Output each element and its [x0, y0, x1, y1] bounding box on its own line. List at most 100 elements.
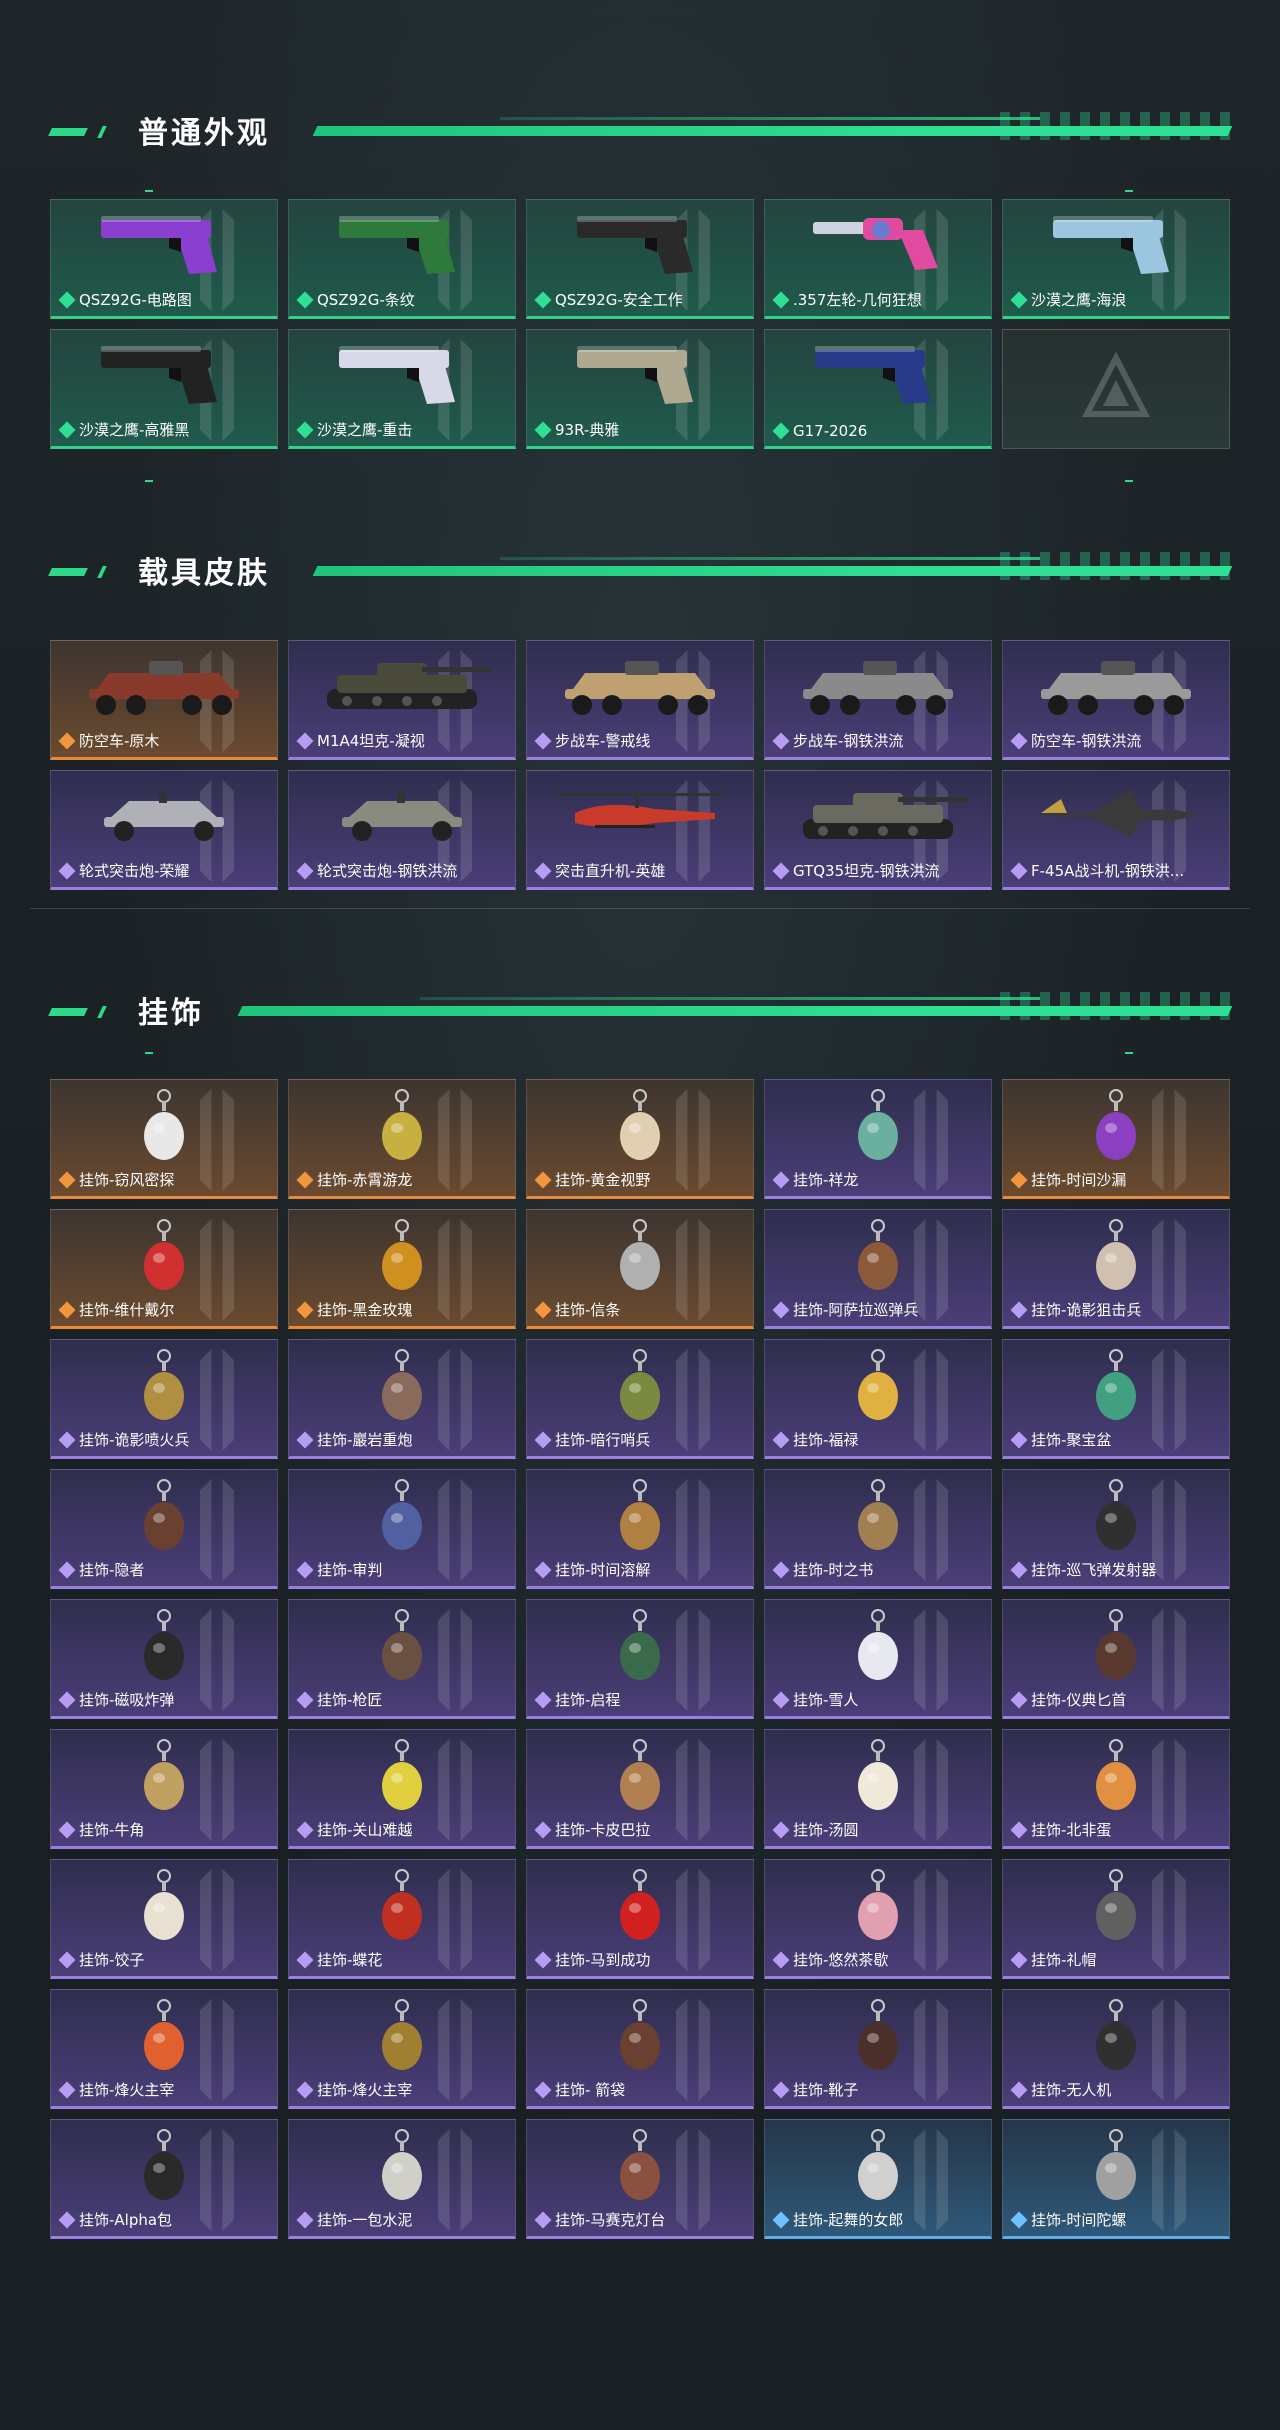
item-card[interactable]: 挂饰-烽火主宰	[50, 1989, 278, 2109]
item-card[interactable]: 挂饰-枪匠	[288, 1599, 516, 1719]
item-card[interactable]: 挂饰-时间溶解	[526, 1469, 754, 1589]
item-name: 挂饰-黑金玫瑰	[317, 1301, 413, 1319]
item-card[interactable]: 挂饰-诡影狙击兵	[1002, 1209, 1230, 1329]
item-name: 轮式突击炮-荣耀	[79, 862, 190, 880]
item-card[interactable]: 挂饰-关山难越	[288, 1729, 516, 1849]
item-card[interactable]: 挂饰-磁吸炸弹	[50, 1599, 278, 1719]
item-card[interactable]: 挂饰-诡影喷火兵	[50, 1339, 278, 1459]
rarity-diamond-icon	[296, 862, 314, 879]
item-name: QSZ92G-条纹	[317, 291, 415, 309]
item-card[interactable]: 挂饰-牛角	[50, 1729, 278, 1849]
item-name: 挂饰-牛角	[79, 1821, 145, 1839]
item-card[interactable]: 挂饰-卡皮巴拉	[526, 1729, 754, 1849]
item-card[interactable]: 挂饰-维什戴尔	[50, 1209, 278, 1329]
item-label-row: 挂饰-Alpha包	[58, 2209, 271, 2230]
item-card[interactable]: 挂饰-一包水泥	[288, 2119, 516, 2239]
item-card[interactable]: 挂饰-马到成功	[526, 1859, 754, 1979]
rarity-diamond-icon	[296, 1691, 314, 1708]
item-card[interactable]: 沙漠之鹰-重击	[288, 329, 516, 449]
charm-icon	[605, 2128, 675, 2216]
divider-dash	[1125, 480, 1133, 482]
item-card[interactable]: 挂饰-Alpha包	[50, 2119, 278, 2239]
item-card[interactable]: 挂饰-靴子	[764, 1989, 992, 2109]
item-card[interactable]: 挂饰-黄金视野	[526, 1079, 754, 1199]
item-card[interactable]: 挂饰-启程	[526, 1599, 754, 1719]
item-card[interactable]: 挂饰-蝶花	[288, 1859, 516, 1979]
item-card[interactable]: 挂饰-聚宝盆	[1002, 1339, 1230, 1459]
divider-dash	[145, 480, 153, 482]
section-charms: 挂饰	[0, 980, 1280, 1040]
item-card[interactable]: 步战车-钢铁洪流	[764, 640, 992, 760]
charm-icon	[367, 1998, 437, 2086]
item-card[interactable]: 沙漠之鹰-高雅黑	[50, 329, 278, 449]
item-name: 突击直升机-英雄	[555, 862, 666, 880]
item-card[interactable]: 步战车-警戒线	[526, 640, 754, 760]
item-card[interactable]: 挂饰-巡飞弹发射器	[1002, 1469, 1230, 1589]
item-card[interactable]: 挂饰-北非蛋	[1002, 1729, 1230, 1849]
item-card[interactable]: 挂饰-雪人	[764, 1599, 992, 1719]
divider-dash	[145, 190, 153, 192]
item-card[interactable]: 防空车-原木	[50, 640, 278, 760]
item-card[interactable]: 挂饰-隐者	[50, 1469, 278, 1589]
item-label-row: 沙漠之鹰-重击	[296, 419, 509, 440]
item-card[interactable]: 挂饰-礼帽	[1002, 1859, 1230, 1979]
apc-icon	[74, 649, 254, 725]
item-card[interactable]: 挂饰-仪典匕首	[1002, 1599, 1230, 1719]
tank-icon	[783, 779, 973, 853]
item-card[interactable]: 挂饰-审判	[288, 1469, 516, 1589]
header-thin-bar	[420, 997, 1040, 1000]
item-card[interactable]: 挂饰-祥龙	[764, 1079, 992, 1199]
item-card[interactable]: QSZ92G-条纹	[288, 199, 516, 319]
item-name: 步战车-钢铁洪流	[793, 732, 904, 750]
item-card[interactable]: QSZ92G-安全工作	[526, 199, 754, 319]
item-card[interactable]: 挂饰-起舞的女郎	[764, 2119, 992, 2239]
section-title: 载具皮肤	[138, 556, 270, 591]
rarity-diamond-icon	[1010, 1951, 1028, 1968]
charm-icon	[367, 1348, 437, 1436]
item-card[interactable]: 挂饰-烽火主宰	[288, 1989, 516, 2109]
item-card[interactable]: 挂饰-暗行哨兵	[526, 1339, 754, 1459]
item-card[interactable]: 挂饰-窃风密探	[50, 1079, 278, 1199]
item-label-row: 轮式突击炮-钢铁洪流	[296, 860, 509, 881]
charms-grid: 挂饰-窃风密探 挂饰-赤霄游龙 挂饰-黄金视野 挂饰-祥龙 挂饰-时间沙漏挂饰-维什戴尔…	[50, 1079, 1230, 2239]
item-card[interactable]: 轮式突击炮-钢铁洪流	[288, 770, 516, 890]
item-card[interactable]: .357左轮-几何狂想	[764, 199, 992, 319]
item-card[interactable]: 挂饰-悠然茶歇	[764, 1859, 992, 1979]
item-card[interactable]: 轮式突击炮-荣耀	[50, 770, 278, 890]
item-card[interactable]: F-45A战斗机-钢铁洪...	[1002, 770, 1230, 890]
item-card[interactable]: 挂饰-巖岩重炮	[288, 1339, 516, 1459]
item-card[interactable]: 93R-典雅	[526, 329, 754, 449]
item-label-row: 挂饰-一包水泥	[296, 2209, 509, 2230]
item-name: 挂饰-一包水泥	[317, 2211, 413, 2229]
item-card[interactable]: 挂饰-赤霄游龙	[288, 1079, 516, 1199]
pistol-icon	[89, 338, 239, 412]
item-card[interactable]: 挂饰- 箭袋	[526, 1989, 754, 2109]
charm-icon	[129, 1738, 199, 1826]
charm-icon	[367, 1478, 437, 1566]
rarity-diamond-icon	[1010, 732, 1028, 749]
item-card[interactable]: G17-2026	[764, 329, 992, 449]
item-card[interactable]: 挂饰-时之书	[764, 1469, 992, 1589]
charm-icon	[605, 1868, 675, 1956]
item-card[interactable]: 挂饰-时间陀螺	[1002, 2119, 1230, 2239]
charm-icon	[843, 2128, 913, 2216]
item-card[interactable]: 挂饰-时间沙漏	[1002, 1079, 1230, 1199]
item-label-row: 挂饰-巖岩重炮	[296, 1429, 509, 1450]
item-card[interactable]: 沙漠之鹰-海浪	[1002, 199, 1230, 319]
item-card[interactable]: 挂饰-阿萨拉巡弹兵	[764, 1209, 992, 1329]
item-card[interactable]: 挂饰-福禄	[764, 1339, 992, 1459]
item-card[interactable]: 挂饰-汤圆	[764, 1729, 992, 1849]
item-card[interactable]: 挂饰-信条	[526, 1209, 754, 1329]
charm-icon	[605, 1478, 675, 1566]
item-label-row: QSZ92G-条纹	[296, 289, 509, 310]
item-card[interactable]: GTQ35坦克-钢铁洪流	[764, 770, 992, 890]
item-card[interactable]: 挂饰-饺子	[50, 1859, 278, 1979]
item-card[interactable]: QSZ92G-电路图	[50, 199, 278, 319]
header-accent	[97, 566, 107, 578]
item-card[interactable]: 挂饰-无人机	[1002, 1989, 1230, 2109]
item-card[interactable]: 挂饰-马赛克灯台	[526, 2119, 754, 2239]
item-card[interactable]: 防空车-钢铁洪流	[1002, 640, 1230, 760]
item-card[interactable]: 挂饰-黑金玫瑰	[288, 1209, 516, 1329]
item-card[interactable]: M1A4坦克-凝视	[288, 640, 516, 760]
item-card[interactable]: 突击直升机-英雄	[526, 770, 754, 890]
